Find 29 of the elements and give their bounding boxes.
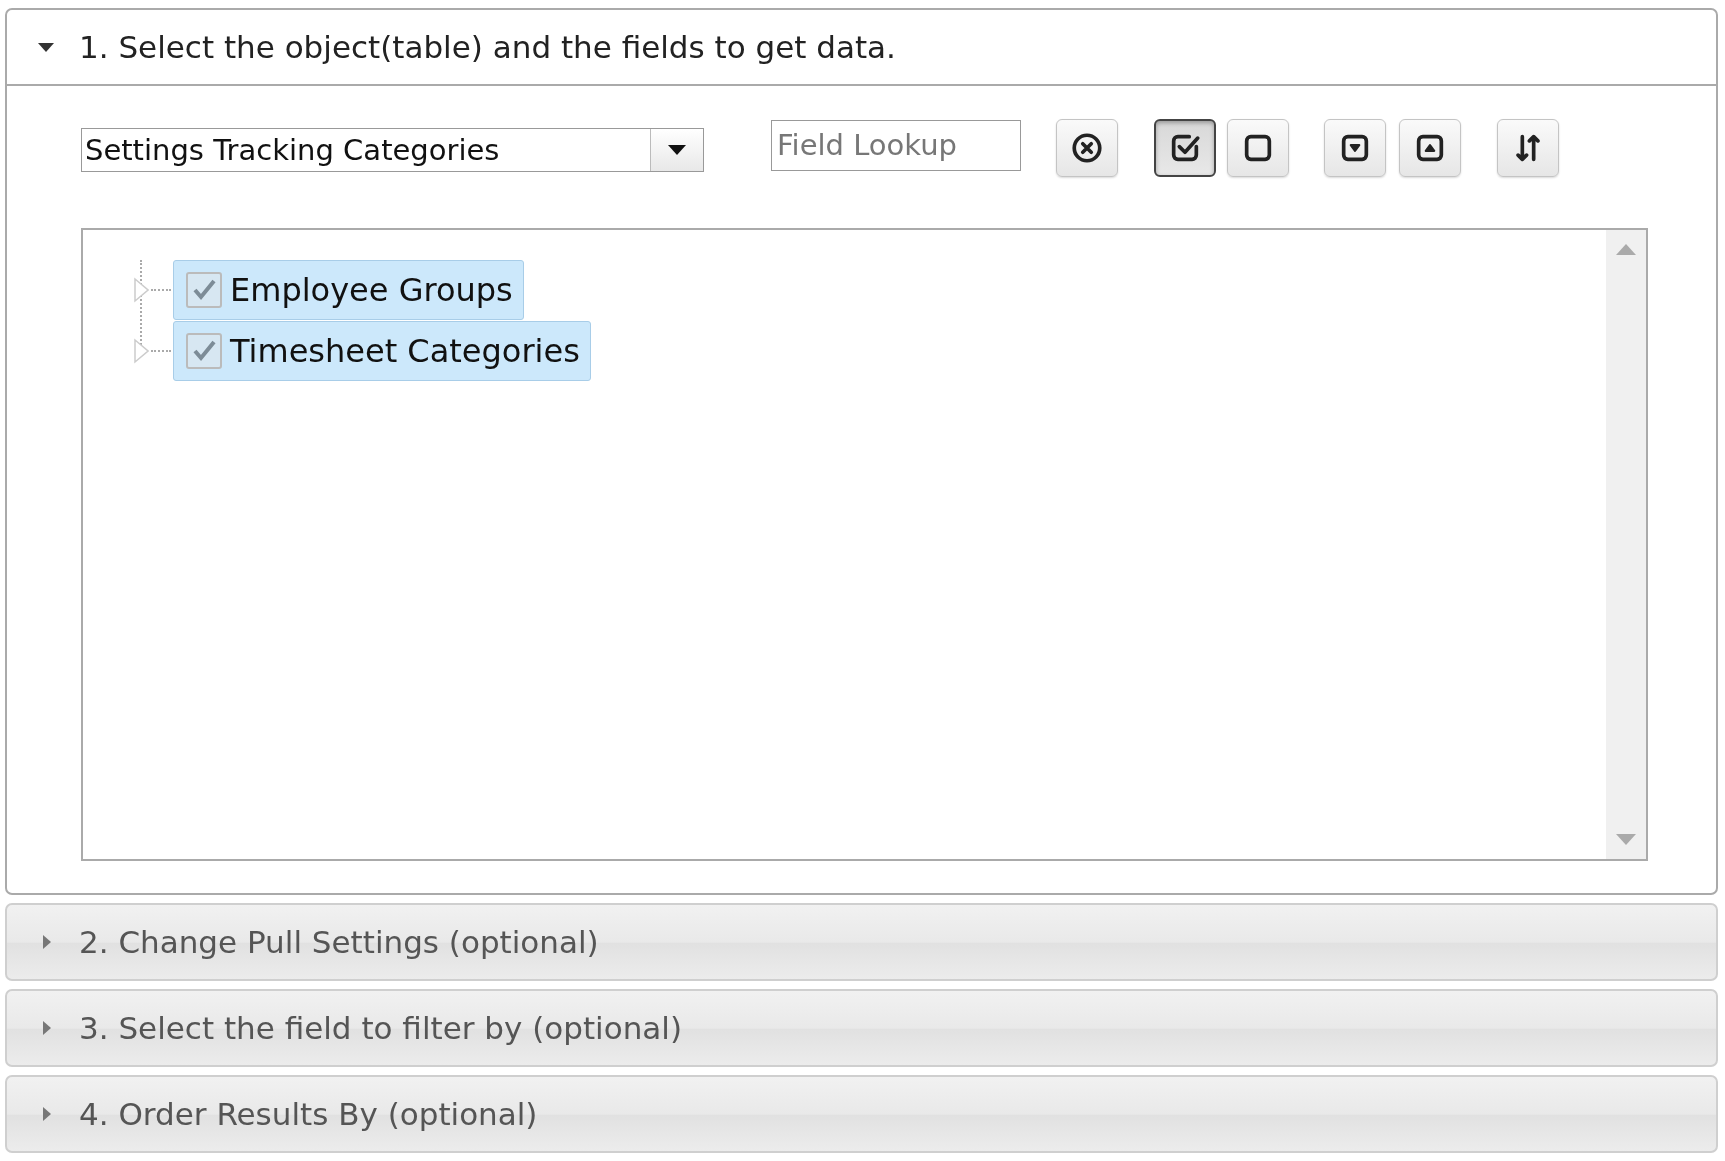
checkbox[interactable] [186,272,222,308]
close-circle-icon [1070,131,1104,165]
section-title: 4. Order Results By (optional) [79,1096,538,1132]
accordion-header[interactable]: 3. Select the field to filter by (optional) [7,991,1716,1065]
check-icon [191,277,217,303]
section-title: 1. Select the object(table) and the fields to get data. [79,29,896,65]
collapse-all-button[interactable] [1399,119,1461,177]
accordion-header[interactable]: 1. Select the object(table) and the fields to get data. [7,10,1716,86]
scrollbar[interactable] [1606,230,1646,859]
scroll-up-icon[interactable] [1616,244,1636,255]
accordion-header[interactable]: 2. Change Pull Settings (optional) [7,905,1716,979]
tree-item[interactable]: Timesheet Categories [173,321,591,381]
object-select[interactable]: Settings Tracking Categories [81,128,704,172]
accordion-header[interactable]: 4. Order Results By (optional) [7,1077,1716,1151]
section-title: 3. Select the field to filter by (optional) [79,1010,683,1046]
tree-item[interactable]: Employee Groups [173,260,524,320]
check-all-button[interactable] [1154,119,1216,177]
collapsed-triangle-icon[interactable] [133,275,149,305]
checkbox[interactable] [186,333,222,369]
field-lookup-field[interactable]: Field Lookup [771,119,1021,171]
scroll-down-icon[interactable] [1616,834,1636,845]
expand-all-button[interactable] [1324,119,1386,177]
check-icon [191,338,217,364]
uncheck-all-button[interactable] [1227,119,1289,177]
caret-down-icon [668,145,686,155]
section-title: 2. Change Pull Settings (optional) [79,924,599,960]
sort-button[interactable] [1497,119,1559,177]
collapsed-triangle-icon[interactable] [133,336,149,366]
clear-button[interactable] [1056,119,1118,177]
